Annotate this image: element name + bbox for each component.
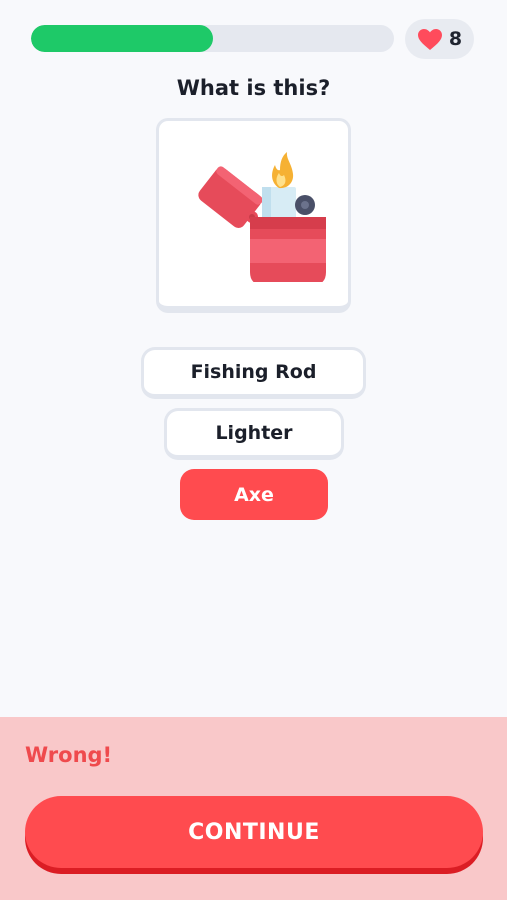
heart-icon [417, 28, 443, 51]
question-image-card [156, 118, 351, 313]
continue-label: CONTINUE [188, 819, 320, 845]
answer-label: Fishing Rod [190, 361, 317, 383]
question-title: What is this? [176, 76, 331, 100]
answer-label: Axe [234, 483, 274, 506]
answer-option-fishing-rod[interactable]: Fishing Rod [141, 347, 366, 399]
quiz-screen: 8 What is this? Fishing Rod Lighter Axe … [0, 0, 507, 900]
continue-button[interactable]: CONTINUE [25, 796, 483, 868]
answer-option-axe[interactable]: Axe [180, 469, 328, 520]
progress-fill [31, 25, 213, 52]
progress-bar [31, 25, 394, 52]
lives-indicator: 8 [405, 19, 474, 59]
feedback-panel: Wrong! CONTINUE [0, 717, 507, 900]
lighter-icon [174, 142, 334, 286]
answer-label: Lighter [215, 422, 293, 444]
lives-count: 8 [448, 28, 463, 50]
answer-option-lighter[interactable]: Lighter [164, 408, 344, 460]
feedback-message: Wrong! [25, 743, 113, 767]
